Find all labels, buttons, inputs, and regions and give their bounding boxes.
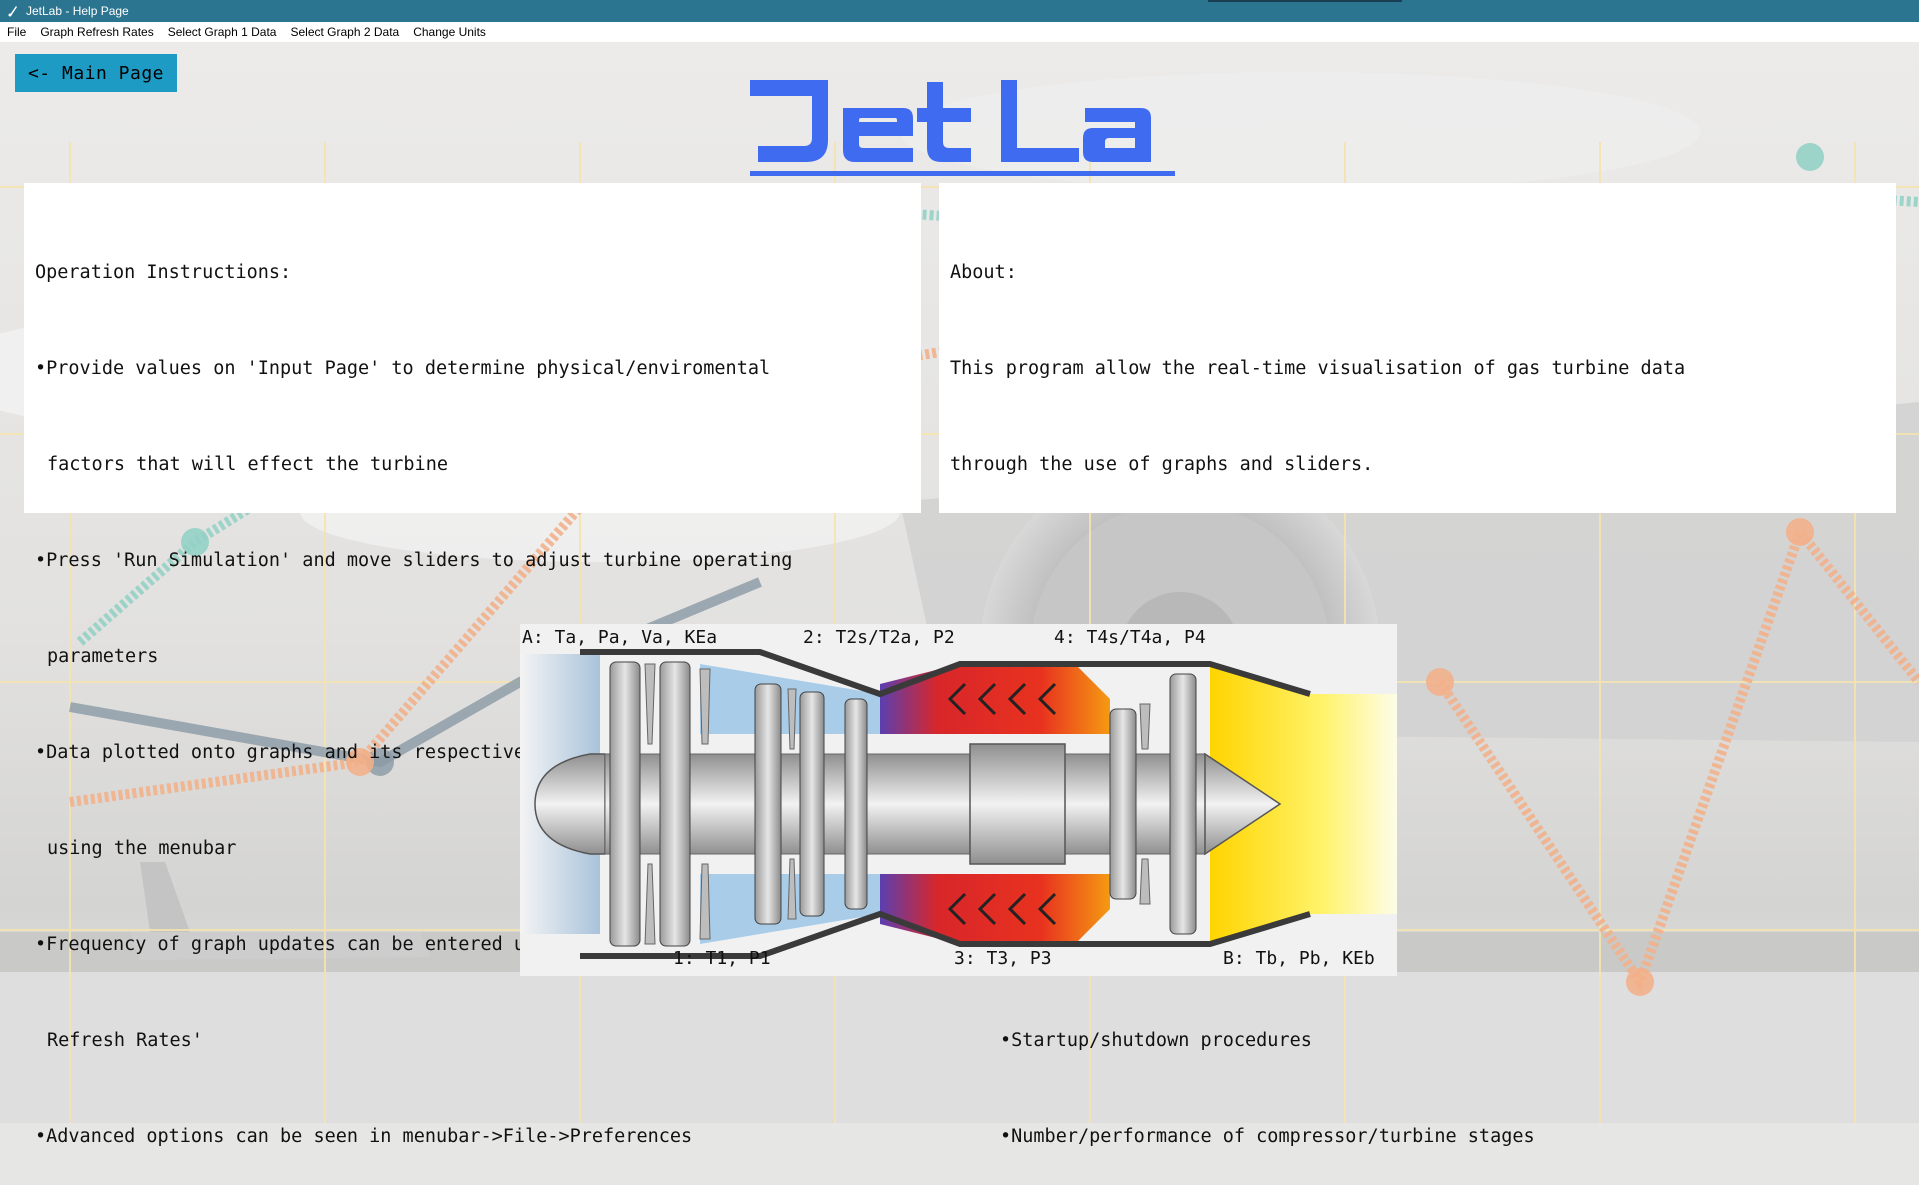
menu-change-units[interactable]: Change Units [406,22,493,42]
turbine-diagram: A: Ta, Pa, Va, KEa 2: T2s/T2a, P2 4: T4s… [520,624,1397,976]
label-station-a: A: Ta, Pa, Va, KEa [522,627,718,648]
about-line: This program allow the real-time visuali… [950,358,1686,379]
label-station-3: 3: T3, P3 [954,948,1052,969]
assumption-item: •Number/performance of compressor/turbin… [1000,1126,1535,1147]
instruction-line: Refresh Rates' [47,1030,203,1051]
label-station-1: 1: T1, P1 [673,948,771,969]
instructions-panel: Operation Instructions: •Provide values … [24,183,921,1147]
instruction-line: •Provide values on 'Input Page' to deter… [35,358,771,379]
menu-select-graph-1-data[interactable]: Select Graph 1 Data [161,22,284,42]
window-title: JetLab - Help Page [26,4,129,18]
about-heading: About: [950,262,1017,283]
menubar: File Graph Refresh Rates Select Graph 1 … [0,22,1919,43]
titlebar-accent [1208,0,1402,2]
turbine-illustration [520,649,1397,959]
main-page-button[interactable]: <- Main Page [15,54,177,92]
menu-graph-refresh-rates[interactable]: Graph Refresh Rates [33,22,160,42]
label-station-4: 4: T4s/T4a, P4 [1054,627,1206,648]
instruction-line: factors that will effect the turbine [47,454,448,475]
page-title [745,68,1180,180]
jetlab-logo [750,80,1175,176]
label-station-2: 2: T2s/T2a, P2 [803,627,955,648]
menu-select-graph-2-data[interactable]: Select Graph 2 Data [283,22,406,42]
about-panel: About: This program allow the real-time … [939,183,1896,1147]
menu-file[interactable]: File [0,22,33,42]
spacer-line [950,545,1886,577]
instructions-heading: Operation Instructions: [35,262,292,283]
app-icon [6,4,20,18]
assumption-item: •Startup/shutdown procedures [1000,1030,1312,1051]
about-line: through the use of graphs and sliders. [950,454,1374,475]
window-titlebar: JetLab - Help Page [0,0,1919,22]
instruction-line: •Press 'Run Simulation' and move sliders… [35,550,793,571]
label-station-b: B: Tb, Pb, KEb [1223,948,1375,969]
instruction-line: •Advanced options can be seen in menubar… [35,1126,693,1147]
